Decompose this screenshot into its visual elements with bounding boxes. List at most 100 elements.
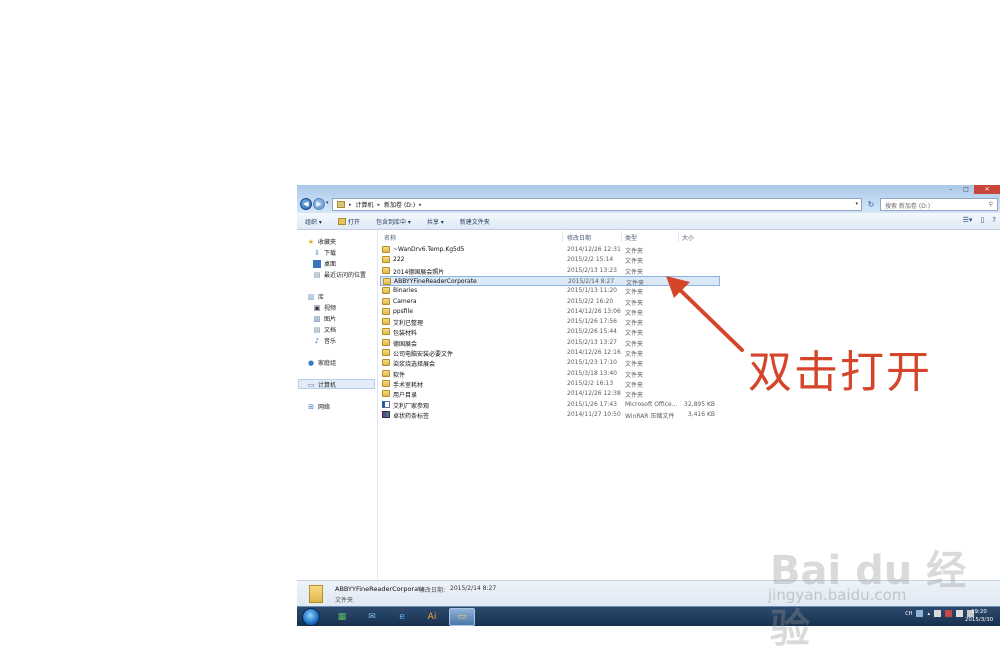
outlook-app-icon[interactable]: ✉ [359, 608, 385, 626]
sidebar-item-computer[interactable]: ▭ 计算机 [307, 380, 336, 390]
new-folder-button[interactable]: 新建文件夹 [452, 217, 498, 226]
illustrator-app-icon[interactable]: Ai [419, 608, 445, 626]
file-row[interactable]: 手术室耗材 2015/2/2 16:13 文件夹 [380, 379, 720, 389]
file-date: 2014/11/27 10:50 [567, 410, 621, 418]
file-date: 2014/12/26 12:31 [567, 246, 621, 253]
file-date: 2015/2/26 15:44 [567, 328, 617, 336]
file-name: 公司电脑安装必要文件 [393, 351, 454, 358]
address-dropdown-icon[interactable]: ▾ [855, 201, 858, 207]
breadcrumb-drive-d[interactable]: 新加卷 (D:) [384, 200, 415, 209]
preview-pane-icon[interactable]: ▯ [980, 216, 984, 224]
file-date: 2015/3/18 13:40 [567, 369, 617, 377]
folder-icon [382, 287, 390, 295]
search-input[interactable]: 搜索 新加卷 (D:) ⚲ [880, 198, 998, 211]
column-header-date[interactable]: 修改日期 [567, 233, 591, 242]
organize-button[interactable]: 组织 ▾ [297, 217, 330, 226]
file-type: 文件夹 [625, 268, 644, 276]
network-icon: ⊞ [308, 402, 314, 411]
file-row[interactable]: 卓状药条标签 2014/11/27 10:50 WinRAR 压缩文件 3,416 K… [380, 410, 720, 420]
breadcrumb-computer[interactable]: 计算机 [356, 200, 374, 209]
chevron-right-icon[interactable]: ▸ [349, 202, 352, 208]
sidebar-item-pictures[interactable]: ▨ 图片 [313, 314, 336, 324]
column-header-type[interactable]: 类型 [625, 233, 637, 242]
file-date: 2015/2/2 15:14 [567, 256, 614, 264]
file-type: 文件夹 [625, 248, 644, 255]
details-name: ABBYYFineReaderCorporate [335, 585, 425, 593]
include-in-library-button[interactable]: 包含到库中 ▾ [368, 217, 419, 226]
forward-button[interactable]: ▶ [313, 198, 325, 210]
column-divider[interactable] [621, 231, 622, 242]
address-bar[interactable]: ▸ 计算机 ▸ 新加卷 (D:) ▸ ▾ [332, 198, 862, 211]
file-type: Microsoft Office... [625, 400, 678, 408]
column-header-size[interactable]: 大小 [682, 233, 694, 242]
view-options-icon[interactable]: ☰▾ [963, 216, 973, 224]
command-toolbar: 组织 ▾ 打开 包含到库中 ▾ 共享 ▾ 新建文件夹 ☰▾ ▯ ? [297, 213, 1000, 230]
watermark-url: jingyan.baidu.com [768, 586, 907, 604]
sidebar-item-recent[interactable]: ▤ 最近访问的位置 [313, 270, 366, 280]
sidebar-item-label: 文档 [324, 327, 337, 334]
details-type: 文件夹 [335, 597, 354, 604]
file-row[interactable]: 222 2015/2/2 15:14 文件夹 [380, 255, 720, 265]
sidebar-item-downloads[interactable]: ⇩ 下载 [313, 248, 336, 258]
sidebar-item-desktop[interactable]: 桌面 [313, 259, 336, 268]
file-date: 2014/12/26 13:06 [567, 307, 621, 315]
file-date: 2015/2/2 16:13 [567, 379, 614, 387]
sidebar-item-music[interactable]: ♪ 音乐 [313, 336, 336, 346]
archive-icon [382, 410, 390, 418]
file-type: 文件夹 [625, 309, 644, 317]
file-row[interactable]: 用户目录 2014/12/26 12:38 文件夹 [380, 389, 720, 399]
back-button[interactable]: ◀ [300, 198, 312, 210]
chevron-right-icon[interactable]: ▸ [378, 202, 381, 208]
minimize-button[interactable]: – [944, 185, 958, 194]
folder-icon [382, 328, 390, 336]
file-type: WinRAR 压缩文件 [625, 412, 675, 420]
recent-pages-dropdown-icon[interactable]: ▾ [326, 200, 329, 206]
file-date: 2014/12/26 12:16 [567, 349, 621, 356]
file-type: 文件夹 [625, 381, 644, 389]
navigation-bar: ◀ ▶ ▾ ▸ 计算机 ▸ 新加卷 (D:) ▸ ▾ ↻ 搜索 新加卷 (D:)… [297, 185, 1000, 213]
file-type: 文件夹 [625, 351, 644, 358]
internet-explorer-icon[interactable]: e [389, 608, 415, 626]
column-divider[interactable] [678, 231, 679, 242]
close-button[interactable]: ✕ [974, 185, 1000, 194]
sidebar-item-libraries[interactable]: ▥ 库 [307, 292, 324, 302]
sidebar-item-label: 家庭组 [318, 360, 337, 367]
chevron-right-icon[interactable]: ▸ [419, 202, 422, 208]
sidebar-item-favorites[interactable]: ★ 收藏夹 [307, 237, 336, 247]
homegroup-icon: ● [307, 358, 315, 367]
explorer-app-icon[interactable]: ▭ [449, 608, 475, 626]
sidebar-item-videos[interactable]: ▣ 视频 [313, 303, 336, 313]
file-type: 文件夹 [625, 371, 644, 379]
column-divider[interactable] [562, 231, 563, 242]
file-date: 2015/1/26 17:43 [567, 400, 617, 408]
refresh-icon[interactable]: ↻ [865, 199, 877, 210]
folder-open-icon [337, 217, 346, 225]
start-button[interactable] [302, 608, 320, 626]
pictures-icon: ▨ [313, 314, 321, 323]
share-button[interactable]: 共享 ▾ [419, 217, 452, 226]
sidebar-item-documents[interactable]: ▤ 文档 [313, 325, 337, 335]
music-icon: ♪ [314, 336, 320, 345]
column-header-name[interactable]: 名称 [384, 233, 396, 242]
file-name: Binaries [393, 287, 418, 295]
video-icon: ▣ [313, 303, 321, 312]
file-row[interactable]: 艾利厂家参观 2015/1/26 17:43 Microsoft Office...… [380, 400, 720, 410]
file-row[interactable]: 染浆烧选择展会 2015/1/23 17:10 文件夹 [380, 358, 720, 368]
excel-app-icon[interactable]: ▦ [329, 608, 355, 626]
search-placeholder: 搜索 新加卷 (D:) [885, 203, 931, 210]
file-type: 文件夹 [625, 392, 644, 400]
file-name: 艾利厂家参观 [393, 402, 430, 410]
file-date: 2015/1/13 11:20 [567, 287, 617, 295]
file-row[interactable]: 软件 2015/3/18 13:40 文件夹 [380, 369, 720, 379]
maximize-button[interactable]: □ [959, 185, 973, 194]
sidebar-item-network[interactable]: ⊞ 网络 [307, 402, 330, 412]
navigation-pane: ★ 收藏夹 ⇩ 下载 桌面 ▤ 最近访问的位置 ▥ 库 ▣ 视频 ▨ 图片 ▤ [297, 230, 377, 580]
sidebar-item-homegroup[interactable]: ● 家庭组 [307, 358, 337, 368]
file-name: 222 [393, 256, 405, 264]
file-type: 文件夹 [625, 299, 644, 307]
file-row[interactable]: ~WanDrv6.Temp.Kg5d5 2014/12/26 12:31 文件夹 [380, 245, 720, 255]
sidebar-item-label: 桌面 [324, 261, 337, 268]
open-button[interactable]: 打开 [330, 217, 368, 226]
help-icon[interactable]: ? [992, 216, 996, 224]
folder-icon [383, 277, 391, 285]
